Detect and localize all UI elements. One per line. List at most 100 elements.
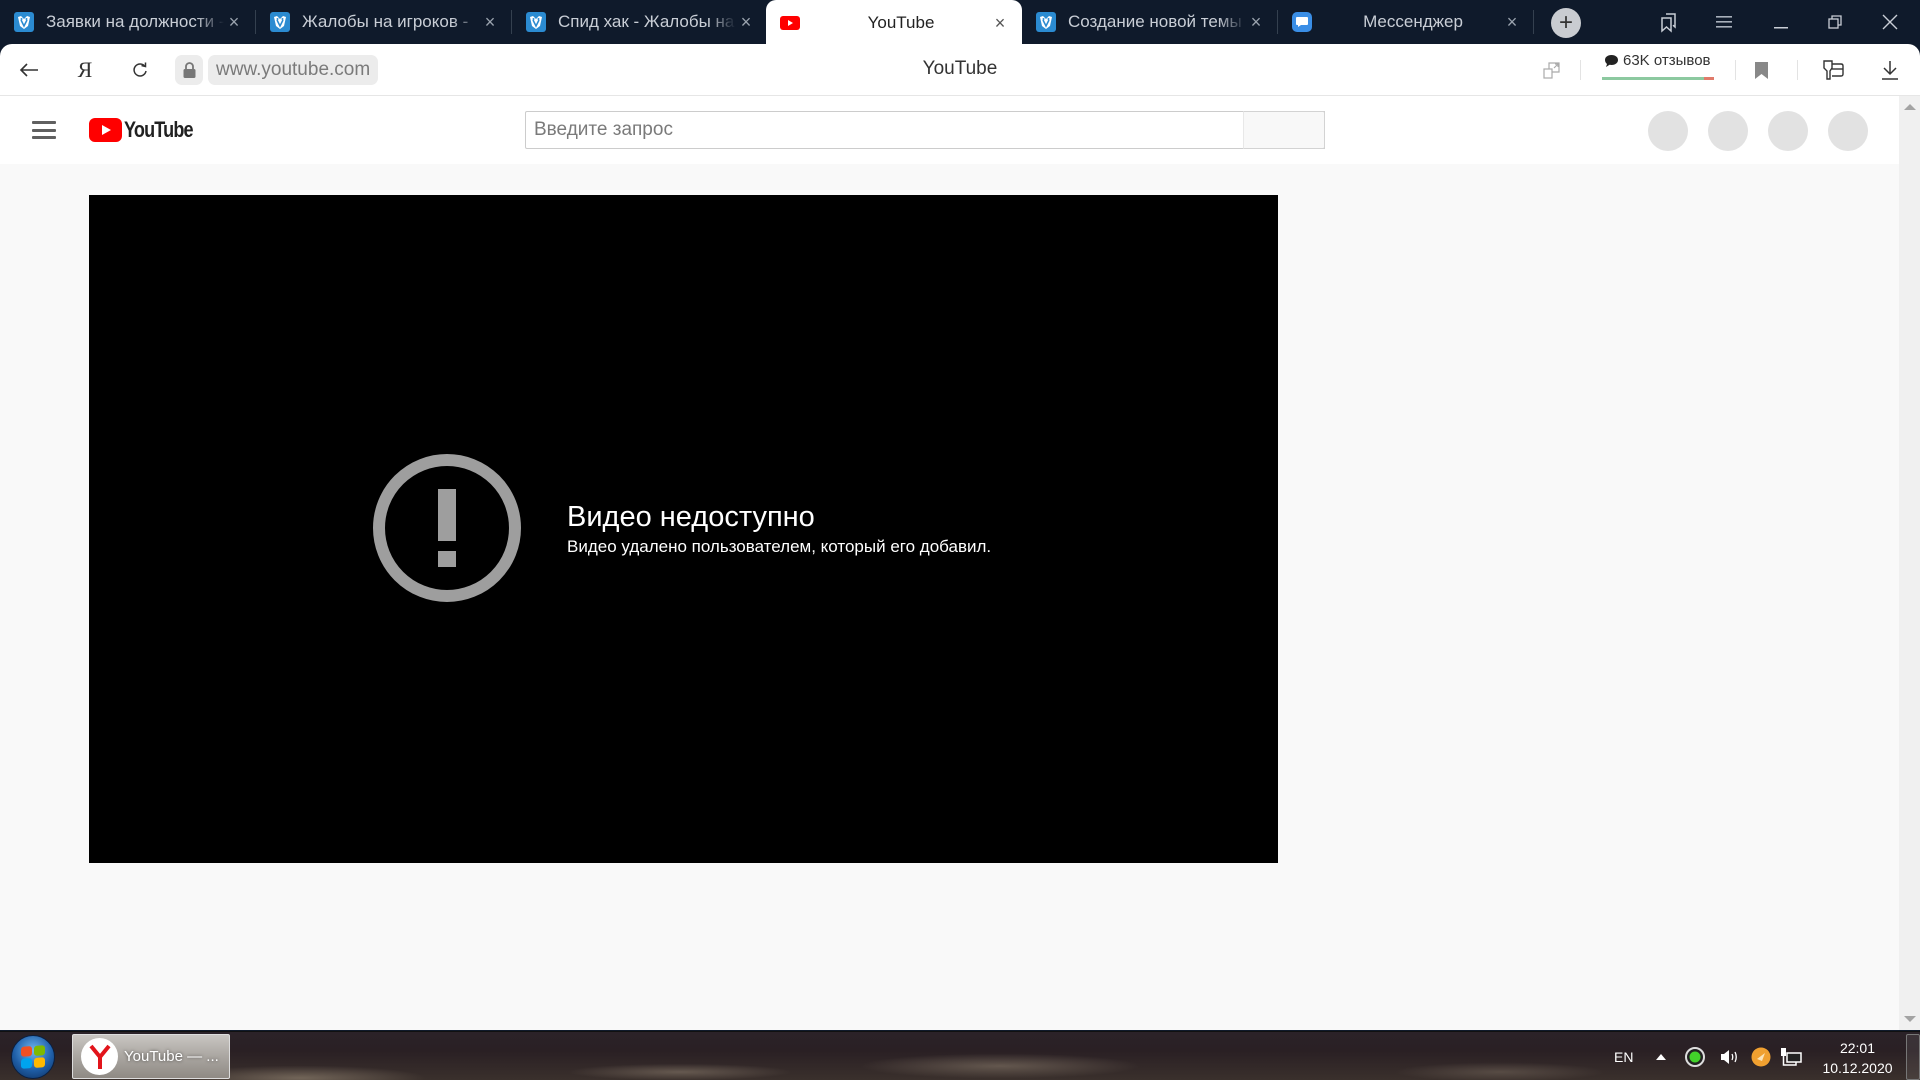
volume-button[interactable] (1720, 1032, 1740, 1080)
tab-title: Создание новой темы (1068, 12, 1246, 32)
reload-button[interactable] (126, 56, 154, 84)
error-title: Видео недоступно (567, 501, 815, 533)
tab-player-complaints[interactable]: Жалобы на игроков - × (256, 0, 512, 44)
external-window-icon (1543, 62, 1560, 79)
tray-app-button[interactable] (1751, 1032, 1771, 1080)
orange-app-icon (1751, 1047, 1771, 1066)
forum-owl-icon (1036, 12, 1056, 32)
tab-title: YouTube (867, 13, 935, 32)
header-button-placeholder[interactable] (1708, 111, 1748, 151)
close-icon[interactable]: × (480, 12, 500, 32)
tab-messenger[interactable]: Мессенджер × (1278, 0, 1534, 44)
language-indicator[interactable]: EN (1614, 1032, 1633, 1080)
tab-speedhack[interactable]: Спид хак - Жалобы на × (512, 0, 768, 44)
header-button-placeholder[interactable] (1768, 111, 1808, 151)
protect-button[interactable] (1819, 56, 1847, 84)
minimize-icon (1774, 27, 1788, 29)
speech-bubble-icon (1605, 54, 1618, 67)
youtube-header: YouTube (0, 96, 1899, 164)
site-reviews-badge[interactable]: 63K отзывов (1600, 52, 1716, 86)
restore-icon (1828, 15, 1842, 29)
page-scrollbar[interactable] (1899, 96, 1920, 1030)
tab-applications[interactable]: Заявки на должности - × (0, 0, 256, 44)
clock-time: 22:01 (1839, 1040, 1876, 1056)
search-box (525, 111, 1325, 149)
address-bar: Я www.youtube.com YouTube 63K отзывов (0, 44, 1920, 96)
windows-logo-icon (21, 1045, 45, 1069)
error-reason: Видео удалено пользователем, который его… (567, 537, 992, 556)
close-icon[interactable]: × (224, 12, 244, 32)
menu-icon (1716, 16, 1732, 28)
download-icon (1882, 61, 1898, 80)
youtube-play-icon (89, 118, 122, 142)
system-clock[interactable]: 22:01 10.12.2020 (1810, 1038, 1905, 1078)
close-window-button[interactable] (1875, 8, 1905, 36)
bookmark-icon (1754, 61, 1768, 79)
caret-up-icon (1656, 1053, 1666, 1060)
site-security-button[interactable] (175, 55, 203, 85)
tab-separator (1533, 10, 1534, 34)
restore-button[interactable] (1820, 8, 1850, 36)
hamburger-line (32, 136, 56, 139)
tab-youtube[interactable]: YouTube × (766, 0, 1022, 46)
yandex-home-button[interactable]: Я (71, 56, 99, 84)
network-button[interactable] (1780, 1032, 1802, 1080)
search-button[interactable] (1243, 111, 1325, 149)
tab-title: Заявки на должности - (46, 12, 224, 32)
back-button[interactable] (15, 56, 43, 84)
toolbar-divider (1735, 60, 1736, 80)
header-button-placeholder[interactable] (1648, 111, 1688, 151)
close-icon[interactable]: × (1502, 12, 1522, 32)
forum-owl-icon (526, 12, 546, 32)
close-icon (1882, 14, 1898, 30)
forum-owl-icon (14, 12, 34, 32)
downloads-button[interactable] (1876, 56, 1904, 84)
bookmark-button[interactable] (1747, 56, 1775, 84)
reviews-rating-bar (1602, 77, 1714, 80)
new-tab-button[interactable]: + (1551, 8, 1581, 38)
toolbar-divider (1797, 60, 1798, 80)
lock-icon (183, 62, 195, 78)
search-input[interactable] (526, 112, 1286, 148)
green-status-icon (1685, 1046, 1705, 1067)
header-button-placeholder[interactable] (1828, 111, 1868, 151)
close-icon[interactable]: × (990, 13, 1010, 33)
youtube-icon (780, 13, 800, 33)
hamburger-line (32, 121, 56, 124)
network-icon (1781, 1047, 1802, 1066)
tab-title: Жалобы на игроков - (302, 12, 480, 32)
shield-icon (1823, 60, 1844, 80)
menu-button[interactable] (1709, 8, 1739, 36)
close-icon[interactable]: × (736, 12, 756, 32)
guide-menu-button[interactable] (32, 118, 56, 142)
page-viewport: YouTube Видео недоступно Видео удалено п… (0, 96, 1920, 1030)
error-exclamation-icon (373, 454, 521, 602)
collections-button[interactable] (1654, 8, 1684, 36)
clock-date: 10.12.2020 (1822, 1060, 1893, 1076)
scroll-up-arrow-icon[interactable] (1904, 104, 1916, 110)
video-unavailable-message: Видео недоступно Видео удалено пользоват… (372, 453, 991, 603)
reviews-count: 63K отзывов (1623, 52, 1711, 69)
youtube-logo[interactable]: YouTube (89, 117, 208, 143)
yandex-browser-icon (81, 1038, 118, 1075)
toolbar-divider (1580, 60, 1581, 80)
taskbar-item-yandex-browser[interactable]: YouTube — ... (72, 1034, 230, 1079)
show-desktop-button[interactable] (1906, 1034, 1920, 1080)
tab-new-topic[interactable]: Создание новой темы × (1022, 0, 1278, 44)
windows-taskbar: YouTube — ... EN 22:01 10.12.2020 (0, 1031, 1920, 1080)
start-button[interactable] (11, 1035, 55, 1079)
close-icon[interactable]: × (1246, 12, 1266, 32)
hamburger-line (32, 128, 56, 132)
scroll-down-arrow-icon[interactable] (1904, 1016, 1916, 1022)
show-hidden-icons-button[interactable] (1656, 1032, 1666, 1080)
arrow-left-icon (19, 63, 38, 77)
reload-icon (133, 62, 147, 77)
open-in-window-button[interactable] (1538, 56, 1566, 84)
messenger-icon (1292, 12, 1312, 32)
tab-title: Мессенджер (1363, 12, 1463, 31)
video-player[interactable]: Видео недоступно Видео удалено пользоват… (89, 195, 1278, 863)
url-field[interactable]: www.youtube.com (208, 55, 379, 85)
minimize-button[interactable] (1766, 8, 1796, 36)
tray-status-indicator[interactable] (1685, 1032, 1705, 1080)
taskbar-item-label: YouTube — ... (124, 1048, 219, 1065)
